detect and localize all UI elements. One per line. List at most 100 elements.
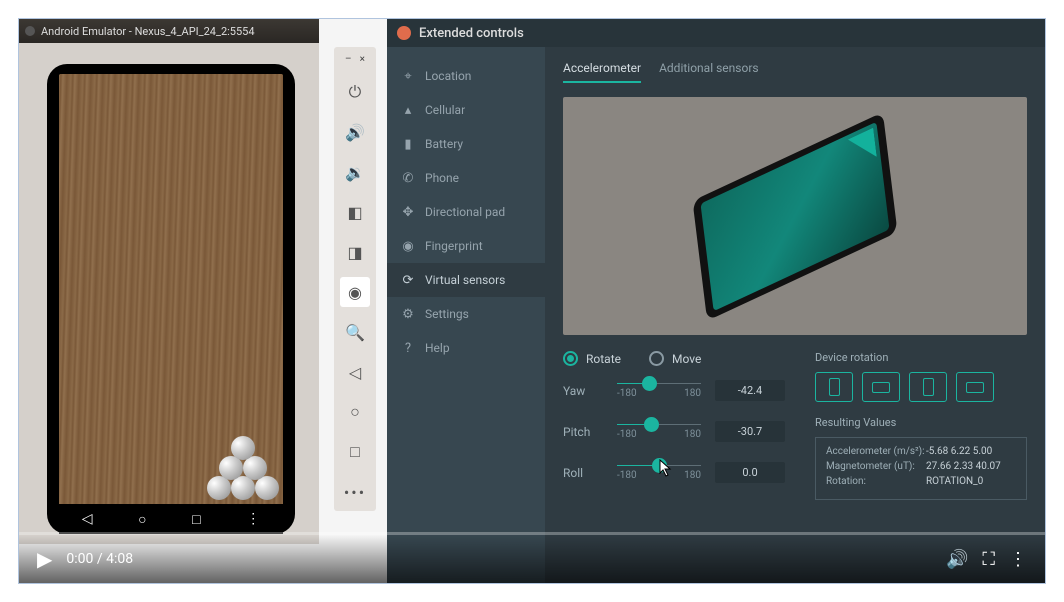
sidebar-item-label: Help bbox=[425, 341, 450, 355]
window-control-dot[interactable] bbox=[25, 26, 35, 36]
battery-icon: ▮ bbox=[401, 137, 415, 152]
device-preview[interactable] bbox=[563, 97, 1027, 335]
emulator-screen[interactable] bbox=[59, 74, 283, 504]
emulator-titlebar: Android Emulator - Nexus_4_API_24_2:5554 bbox=[19, 19, 319, 43]
zoom-icon[interactable]: 🔍 bbox=[340, 317, 370, 347]
sidebar-item-label: Phone bbox=[425, 171, 459, 185]
tab-additional-sensors[interactable]: Additional sensors bbox=[659, 61, 759, 83]
yaw-slider-row: Yaw -180180 -42.4 bbox=[563, 380, 785, 401]
rotation-portrait-180[interactable] bbox=[909, 372, 947, 402]
ball bbox=[231, 436, 255, 460]
emulator-frame: ◁ ○ □ ⋮ bbox=[47, 64, 295, 534]
volume-icon[interactable]: 🔊 bbox=[946, 549, 968, 570]
fingerprint-icon: ◉ bbox=[401, 239, 415, 254]
sidebar-item-phone[interactable]: ✆ Phone bbox=[387, 161, 545, 195]
ball bbox=[255, 476, 279, 500]
power-icon[interactable]: ⏻ bbox=[340, 77, 370, 107]
rotate-left-icon[interactable]: ◧ bbox=[340, 197, 370, 227]
yaw-label: Yaw bbox=[563, 384, 603, 398]
roll-label: Roll bbox=[563, 466, 603, 480]
extended-sidebar: ⌖ Location ▴ Cellular ▮ Battery ✆ Phone ✥ Dir… bbox=[387, 47, 545, 583]
pitch-label: Pitch bbox=[563, 425, 603, 439]
roll-slider-row: Roll -180180 0.0 bbox=[563, 462, 785, 483]
home-icon[interactable]: ○ bbox=[138, 511, 146, 528]
sidebar-item-label: Cellular bbox=[425, 103, 465, 117]
more-icon[interactable]: ••• bbox=[340, 477, 370, 507]
extended-controls-title: Extended controls bbox=[419, 26, 524, 41]
volume-up-icon[interactable]: 🔊 bbox=[340, 117, 370, 147]
sidebar-item-settings[interactable]: ⚙ Settings bbox=[387, 297, 545, 331]
rotation-landscape-90[interactable] bbox=[862, 372, 900, 402]
mode-move[interactable]: Move bbox=[649, 351, 701, 366]
radio-on-icon bbox=[563, 351, 578, 366]
mode-rotate[interactable]: Rotate bbox=[563, 351, 621, 366]
sidebar-item-cellular[interactable]: ▴ Cellular bbox=[387, 93, 545, 127]
tab-accelerometer[interactable]: Accelerometer bbox=[563, 61, 641, 83]
video-controls: ▶ 0:00 / 4:08 🔊 ⛶ ⋮ bbox=[19, 535, 1045, 583]
close-icon[interactable]: × bbox=[360, 54, 365, 65]
sidebar-item-label: Settings bbox=[425, 307, 469, 321]
sidebar-item-label: Location bbox=[425, 69, 471, 83]
back-toolbar-icon[interactable]: ◁ bbox=[340, 357, 370, 387]
rotation-landscape-270[interactable] bbox=[956, 372, 994, 402]
roll-slider-thumb[interactable] bbox=[652, 458, 667, 473]
sidebar-item-label: Directional pad bbox=[425, 205, 505, 219]
sidebar-item-help[interactable]: ? Help bbox=[387, 331, 545, 365]
android-navbar: ◁ ○ □ ⋮ bbox=[59, 504, 283, 534]
yaw-value[interactable]: -42.4 bbox=[715, 380, 785, 401]
home-toolbar-icon[interactable]: ○ bbox=[340, 397, 370, 427]
fullscreen-icon[interactable]: ⛶ bbox=[982, 549, 995, 570]
tabs: Accelerometer Additional sensors bbox=[563, 61, 1027, 83]
gear-icon: ⚙ bbox=[401, 307, 415, 322]
roll-value[interactable]: 0.0 bbox=[715, 462, 785, 483]
recents-toolbar-icon[interactable]: □ bbox=[340, 437, 370, 467]
resulting-values-title: Resulting Values bbox=[815, 416, 1027, 429]
pitch-value[interactable]: -30.7 bbox=[715, 421, 785, 442]
resulting-values: Accelerometer (m/s²):-5.68 6.22 5.00 Mag… bbox=[815, 437, 1027, 500]
pitch-slider-thumb[interactable] bbox=[644, 417, 659, 432]
ball bbox=[243, 456, 267, 480]
extended-controls-window: Extended controls ⌖ Location ▴ Cellular ▮ B… bbox=[387, 19, 1045, 583]
yaw-slider-thumb[interactable] bbox=[642, 376, 657, 391]
roll-slider[interactable] bbox=[617, 465, 701, 466]
sidebar-item-location[interactable]: ⌖ Location bbox=[387, 59, 545, 93]
toolbar-window-controls: – × bbox=[334, 51, 376, 67]
extended-main: Accelerometer Additional sensors Rotate … bbox=[545, 47, 1045, 583]
cellular-icon: ▴ bbox=[401, 103, 415, 118]
yaw-slider[interactable] bbox=[617, 383, 701, 384]
dpad-icon: ✥ bbox=[401, 205, 415, 220]
device-rotation-title: Device rotation bbox=[815, 351, 1027, 364]
camera-icon[interactable]: ◉ bbox=[340, 277, 370, 307]
emulator-title: Android Emulator - Nexus_4_API_24_2:5554 bbox=[41, 25, 255, 38]
minimize-icon[interactable]: – bbox=[345, 54, 352, 65]
rotation-portrait-0[interactable] bbox=[815, 372, 853, 402]
back-icon[interactable]: ◁ bbox=[82, 511, 93, 527]
radio-off-icon bbox=[649, 351, 664, 366]
sidebar-item-label: Fingerprint bbox=[425, 239, 483, 253]
help-icon: ? bbox=[401, 341, 415, 356]
close-icon[interactable] bbox=[397, 26, 411, 40]
play-icon[interactable]: ▶ bbox=[37, 547, 52, 571]
emulator-window: Android Emulator - Nexus_4_API_24_2:5554… bbox=[19, 19, 319, 544]
sidebar-item-fingerprint[interactable]: ◉ Fingerprint bbox=[387, 229, 545, 263]
pitch-slider[interactable] bbox=[617, 424, 701, 425]
mode-selector: Rotate Move bbox=[563, 351, 785, 366]
overflow-icon[interactable]: ⋮ bbox=[1009, 549, 1027, 570]
sidebar-item-battery[interactable]: ▮ Battery bbox=[387, 127, 545, 161]
emulator-toolbar: – × ⏻ 🔊 🔉 ◧ ◨ ◉ 🔍 ◁ ○ □ ••• bbox=[334, 47, 376, 511]
phone-icon: ✆ bbox=[401, 171, 415, 186]
volume-down-icon[interactable]: 🔉 bbox=[340, 157, 370, 187]
rotate-right-icon[interactable]: ◨ bbox=[340, 237, 370, 267]
video-time: 0:00 / 4:08 bbox=[66, 551, 133, 567]
location-icon: ⌖ bbox=[401, 69, 415, 84]
sidebar-item-directional-pad[interactable]: ✥ Directional pad bbox=[387, 195, 545, 229]
video-progress[interactable] bbox=[19, 532, 1045, 535]
extended-controls-titlebar: Extended controls bbox=[387, 19, 1045, 47]
overflow-icon[interactable]: ⋮ bbox=[246, 511, 260, 527]
sidebar-item-virtual-sensors[interactable]: ⟳Virtual sensors bbox=[387, 263, 545, 297]
sensors-icon: ⟳ bbox=[401, 273, 415, 288]
sidebar-item-label: Battery bbox=[425, 137, 463, 151]
pitch-slider-row: Pitch -180180 -30.7 bbox=[563, 421, 785, 442]
recents-icon[interactable]: □ bbox=[192, 511, 200, 528]
phone-3d bbox=[692, 112, 897, 321]
